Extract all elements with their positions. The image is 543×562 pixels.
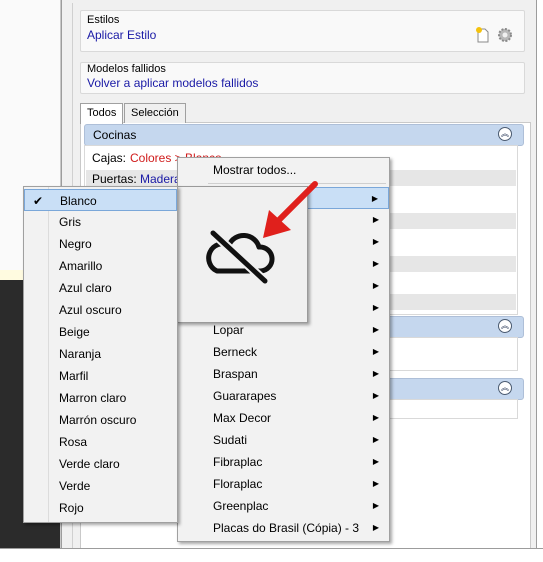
puertas-value-link[interactable]: Madera [140, 172, 181, 186]
color-menu: ✔ Blanco Gris Negro Amarillo Azul claro … [23, 186, 178, 523]
menu-item-naranja[interactable]: Naranja [24, 343, 177, 365]
collapse-chevrons-icon[interactable]: ︽ [498, 381, 512, 395]
list-item [380, 256, 516, 272]
bottom-strip [0, 548, 543, 562]
menu-item-beige[interactable]: Beige [24, 321, 177, 343]
menu-item-negro[interactable]: Negro [24, 233, 177, 255]
menu-item-azul-oscuro[interactable]: Azul oscuro [24, 299, 177, 321]
puertas-label: Puertas: [92, 172, 137, 186]
menu-item-fibraplac[interactable]: Fibraplac ▶ [178, 451, 389, 473]
menu-item-braspan[interactable]: Braspan ▶ [178, 363, 389, 385]
menu-item-marron-claro[interactable]: Marron claro [24, 387, 177, 409]
menu-item-verde-claro[interactable]: Verde claro [24, 453, 177, 475]
accordion-body [384, 337, 518, 371]
menu-item-greenplac[interactable]: Greenplac ▶ [178, 495, 389, 517]
list-item [380, 294, 516, 310]
collapse-chevrons-icon[interactable]: ︽ [498, 127, 512, 141]
menu-item-azul-claro[interactable]: Azul claro [24, 277, 177, 299]
accordion-body [384, 399, 518, 419]
tab-seleccion[interactable]: Selección [124, 103, 186, 123]
menu-item-marron-oscuro[interactable]: Marrón oscuro [24, 409, 177, 431]
tab-todos[interactable]: Todos [80, 103, 124, 124]
menu-item-verde[interactable]: Verde [24, 475, 177, 497]
menu-item-rojo[interactable]: Rojo [24, 497, 177, 519]
estilos-title: Estilos [87, 14, 120, 26]
apply-style-link[interactable]: Aplicar Estilo [87, 28, 156, 42]
collapse-chevrons-icon[interactable]: ︽ [498, 319, 512, 333]
menu-item-placas-do-brasil[interactable]: Placas do Brasil (Cópia) - 3 ▶ [178, 517, 389, 539]
new-document-icon[interactable] [475, 27, 491, 43]
menu-item-rosa[interactable]: Rosa [24, 431, 177, 453]
menu-item-marfil[interactable]: Marfil [24, 365, 177, 387]
cajas-label: Cajas: [92, 151, 127, 165]
reapply-failed-link[interactable]: Volver a aplicar modelos fallidos [87, 76, 258, 90]
fallidos-title: Modelos fallidos [87, 63, 166, 75]
menu-item-blanco[interactable]: ✔ Blanco [24, 189, 177, 211]
menu-item-max-decor[interactable]: Max Decor ▶ [178, 407, 389, 429]
checkmark-icon: ✔ [33, 194, 44, 208]
cocinas-header[interactable]: Cocinas [84, 124, 524, 146]
menu-item-sudati[interactable]: Sudati ▶ [178, 429, 389, 451]
menu-item-guararapes[interactable]: Guararapes ▶ [178, 385, 389, 407]
menu-item-amarillo[interactable]: Amarillo [24, 255, 177, 277]
cocinas-header-label: Cocinas [93, 128, 137, 142]
menu-item-gris[interactable]: Gris [24, 211, 177, 233]
menu-item-berneck[interactable]: Berneck ▶ [178, 341, 389, 363]
menu-item-floraplac[interactable]: Floraplac ▶ [178, 473, 389, 495]
red-arrow-icon [255, 178, 325, 248]
list-item [380, 213, 516, 229]
gear-icon[interactable] [497, 27, 513, 43]
